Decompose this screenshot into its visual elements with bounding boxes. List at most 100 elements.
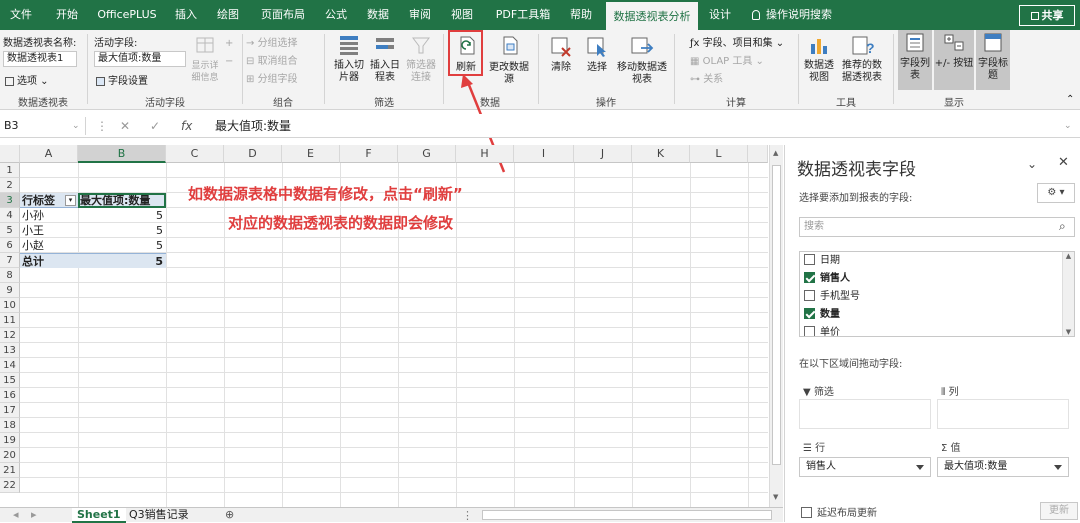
insert-timeline-button[interactable]: 插入日程表 — [368, 34, 402, 84]
sheet-tab-q3[interactable]: Q3销售记录 — [124, 508, 194, 523]
close-pane-icon[interactable]: ✕ — [1058, 155, 1069, 170]
rows-field-chip[interactable]: 销售人 — [799, 457, 931, 477]
field-item-quantity[interactable]: 数量 — [804, 306, 840, 324]
field-settings-button[interactable]: 字段设置 — [96, 72, 148, 87]
horizontal-scrollbar[interactable] — [482, 510, 772, 520]
tab-help[interactable]: 帮助 — [566, 0, 596, 30]
field-item-date[interactable]: 日期 — [804, 252, 840, 270]
pivot-row-value[interactable]: 5 — [78, 208, 166, 223]
column-header[interactable]: G — [398, 145, 456, 163]
row-header[interactable]: 3 — [0, 193, 20, 208]
field-search-input[interactable]: 搜索 — [799, 217, 1075, 237]
checkbox[interactable] — [804, 271, 815, 283]
share-button[interactable]: 共享 — [1019, 5, 1075, 26]
column-header[interactable]: H — [456, 145, 514, 163]
olap-tools-button[interactable]: ▦ OLAP 工具 ⌄ — [690, 52, 764, 67]
tell-me-search[interactable]: 操作说明搜索 — [752, 0, 852, 30]
column-header[interactable]: J — [574, 145, 632, 163]
select-all-corner[interactable] — [0, 145, 20, 163]
relationships-button[interactable]: ⊶ 关系 — [690, 70, 723, 85]
tab-draw[interactable]: 绘图 — [214, 0, 242, 30]
collapse-field-icon[interactable]: − — [225, 56, 233, 67]
row-header[interactable]: 10 — [0, 298, 20, 313]
column-header[interactable]: C — [166, 145, 224, 163]
row-header[interactable]: 14 — [0, 358, 20, 373]
row-header[interactable]: 2 — [0, 178, 20, 193]
filters-drop-area[interactable] — [799, 399, 931, 429]
tab-home[interactable]: 开始 — [52, 0, 82, 30]
tab-officeplus[interactable]: OfficePLUS — [96, 0, 158, 30]
insert-function-icon[interactable]: fx — [181, 117, 192, 135]
pivot-options-button[interactable]: 选项 ⌄ — [5, 72, 49, 87]
scroll-up-icon[interactable]: ▲ — [773, 149, 778, 157]
tab-formulas[interactable]: 公式 — [322, 0, 350, 30]
recommended-pivot-button[interactable]: ? 推荐的数据透视表 — [838, 34, 886, 84]
column-header[interactable] — [748, 145, 768, 163]
tools-gear-icon[interactable]: ⚙ ▾ — [1037, 183, 1075, 203]
group-selection-button[interactable]: → 分组选择 — [246, 34, 298, 49]
scroll-down-icon[interactable]: ▼ — [1063, 328, 1074, 336]
enter-icon[interactable]: ✓ — [150, 117, 160, 135]
row-header[interactable]: 8 — [0, 268, 20, 283]
field-list-toggle[interactable]: 字段列表 — [898, 30, 932, 90]
checkbox[interactable] — [804, 307, 815, 319]
column-header[interactable]: E — [282, 145, 340, 163]
ungroup-button[interactable]: ⊟ 取消组合 — [246, 52, 298, 67]
column-header[interactable]: A — [20, 145, 78, 163]
insert-slicer-button[interactable]: 插入切片器 — [332, 34, 366, 84]
tab-view[interactable]: 视图 — [448, 0, 476, 30]
pivot-row-label[interactable]: 小孙 — [20, 208, 78, 223]
scroll-thumb[interactable] — [772, 165, 781, 465]
move-pivot-button[interactable]: 移动数据透视表 — [616, 34, 668, 86]
row-header[interactable]: 18 — [0, 418, 20, 433]
collapse-ribbon-icon[interactable]: ⌃ — [1066, 94, 1074, 105]
row-header[interactable]: 11 — [0, 313, 20, 328]
row-header[interactable]: 21 — [0, 463, 20, 478]
next-sheet-icon[interactable]: ▸ — [26, 508, 42, 523]
active-field-input[interactable]: 最大值项:数量 — [94, 51, 186, 67]
field-item-model[interactable]: 手机型号 — [804, 288, 860, 306]
chevron-down-icon[interactable] — [916, 465, 924, 470]
row-header[interactable]: 22 — [0, 478, 20, 493]
row-header[interactable]: 16 — [0, 388, 20, 403]
clear-button[interactable]: 清除 — [546, 34, 576, 74]
name-box-dropdown-icon[interactable]: ⌄ — [72, 117, 80, 135]
row-header[interactable]: 13 — [0, 343, 20, 358]
pivot-row-value[interactable]: 5 — [78, 238, 166, 253]
pivot-row-label[interactable]: 小赵 — [20, 238, 78, 253]
expand-field-icon[interactable]: + — [225, 38, 233, 49]
field-item-price[interactable]: 单价 — [804, 324, 840, 336]
sheet-tab-sheet1[interactable]: Sheet1 — [72, 508, 126, 523]
field-headers-toggle[interactable]: 字段标题 — [976, 30, 1010, 90]
checkbox[interactable] — [804, 325, 815, 336]
tab-data[interactable]: 数据 — [364, 0, 392, 30]
scroll-down-icon[interactable]: ▼ — [773, 493, 778, 501]
tab-review[interactable]: 审阅 — [406, 0, 434, 30]
group-field-button[interactable]: ⊞ 分组字段 — [246, 70, 298, 85]
pivot-row-labels-header[interactable]: 行标签 ▾ — [20, 193, 78, 208]
row-header[interactable]: 7 — [0, 253, 20, 268]
chevron-down-icon[interactable] — [1054, 465, 1062, 470]
row-header[interactable]: 4 — [0, 208, 20, 223]
column-header[interactable]: I — [514, 145, 574, 163]
field-item-salesperson[interactable]: 销售人 — [804, 270, 850, 288]
tab-design[interactable]: 设计 — [706, 0, 734, 30]
column-header[interactable]: K — [632, 145, 690, 163]
plus-minus-buttons-toggle[interactable]: +/- 按钮 — [934, 30, 974, 90]
checkbox[interactable] — [804, 289, 815, 301]
field-list[interactable]: 日期 销售人 手机型号 数量 单价 ▲ ▼ — [799, 251, 1075, 337]
pivot-total-label[interactable]: 总计 — [20, 253, 78, 268]
pivot-row-value[interactable]: 5 — [78, 223, 166, 238]
row-header[interactable]: 15 — [0, 373, 20, 388]
pivotchart-button[interactable]: 数据透视图 — [802, 34, 836, 84]
row-header[interactable]: 6 — [0, 238, 20, 253]
formula-input[interactable]: 最大值项:数量 — [215, 117, 291, 135]
column-header[interactable]: F — [340, 145, 398, 163]
column-header[interactable]: B — [78, 145, 166, 163]
fields-items-sets-button[interactable]: ƒx 字段、项目和集 ⌄ — [690, 34, 784, 49]
pivot-row-label[interactable]: 小王 — [20, 223, 78, 238]
filter-dropdown-icon[interactable]: ▾ — [65, 195, 76, 206]
column-header[interactable]: D — [224, 145, 282, 163]
columns-drop-area[interactable] — [937, 399, 1069, 429]
scroll-up-icon[interactable]: ▲ — [1063, 252, 1074, 260]
